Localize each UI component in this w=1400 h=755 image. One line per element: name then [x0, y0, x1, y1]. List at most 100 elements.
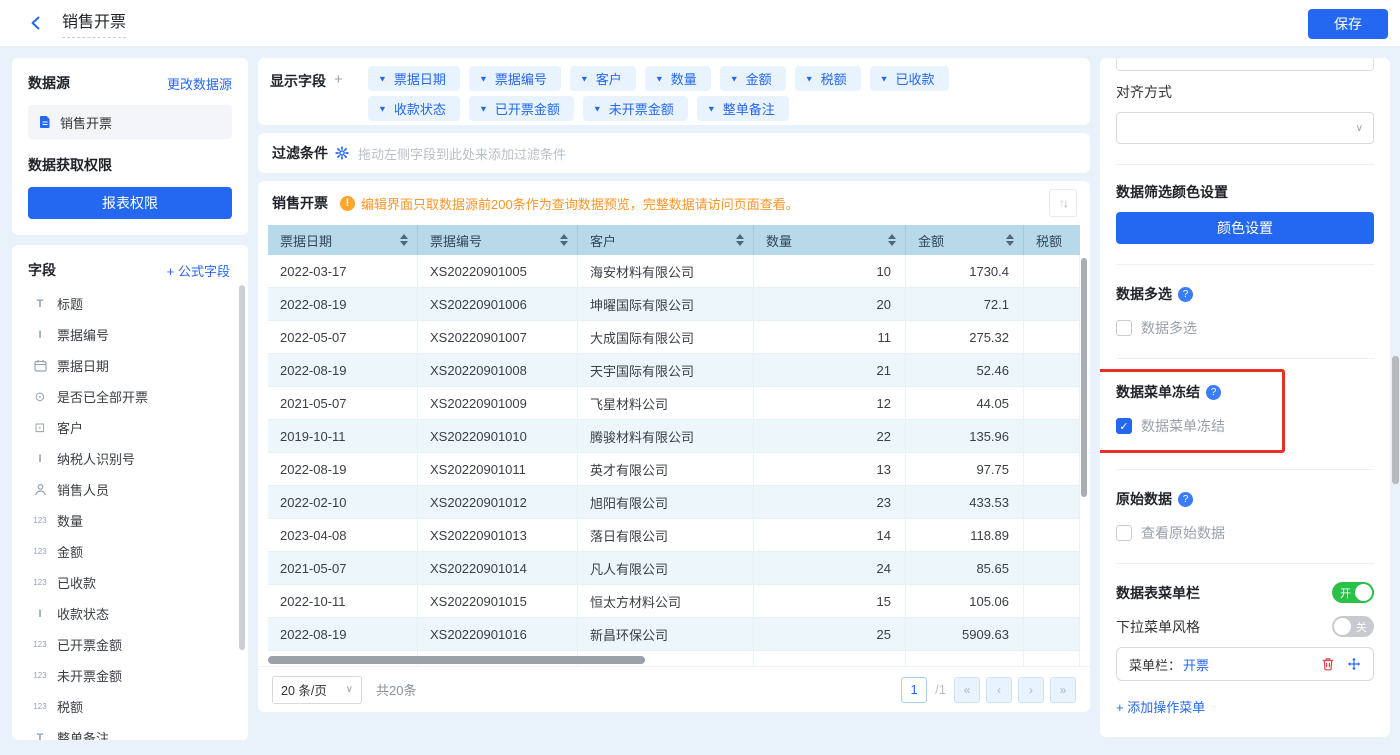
- field-item[interactable]: 123数量: [28, 505, 238, 536]
- display-field-chip[interactable]: ▼未开票金额: [583, 96, 688, 121]
- column-header[interactable]: 票据编号: [418, 225, 578, 255]
- last-page-button[interactable]: »: [1050, 677, 1076, 703]
- field-label: 金额: [57, 542, 83, 561]
- horizontal-scrollbar[interactable]: [268, 656, 645, 664]
- column-header[interactable]: 金额: [906, 225, 1024, 255]
- sort-carets-icon[interactable]: [400, 234, 408, 246]
- table-cell: 5909.63: [906, 618, 1024, 651]
- table-row[interactable]: 2022-10-11XS20220901015恒太方材料公司15105.06: [268, 585, 1080, 618]
- display-field-chip[interactable]: ▼票据日期: [368, 66, 460, 91]
- display-field-chip[interactable]: ▼已收款: [870, 66, 949, 91]
- clipped-input[interactable]: [1116, 58, 1374, 71]
- back-button[interactable]: [28, 15, 44, 31]
- display-fields-row2: ▼收款状态 ▼已开票金额 ▼未开票金额 ▼整单备注: [368, 96, 949, 121]
- table-row[interactable]: 2022-03-17XS20220901005海安材料有限公司101730.4: [268, 255, 1080, 288]
- change-datasource-link[interactable]: 更改数据源: [167, 74, 232, 93]
- field-item[interactable]: 123已收款: [28, 567, 238, 598]
- align-select[interactable]: ∨: [1116, 112, 1374, 144]
- dropdown-style-toggle[interactable]: 关: [1332, 616, 1374, 637]
- field-label: 是否已全部开票: [57, 387, 148, 406]
- chip-label: 未开票金额: [609, 99, 674, 118]
- multiselect-checkbox[interactable]: [1116, 320, 1132, 336]
- column-header[interactable]: 数量: [754, 225, 906, 255]
- field-item[interactable]: I纳税人识别号: [28, 443, 238, 474]
- table-row[interactable]: 2022-02-10XS20220901012旭阳有限公司23433.53: [268, 486, 1080, 519]
- sort-carets-icon[interactable]: [560, 234, 568, 246]
- column-header[interactable]: 票据日期: [268, 225, 418, 255]
- menu-freeze-checkbox[interactable]: ✓: [1116, 418, 1132, 434]
- chip-label: 票据编号: [495, 69, 547, 88]
- number-icon: 123: [32, 578, 48, 587]
- fields-scrollbar[interactable]: [239, 285, 245, 650]
- table-row[interactable]: 2019-10-11XS20220901010腾骏材料有限公司22135.96: [268, 420, 1080, 453]
- document-icon: [38, 115, 52, 129]
- table-row[interactable]: 2021-05-07XS20220901014凡人有限公司2485.65: [268, 552, 1080, 585]
- raw-data-checkbox[interactable]: [1116, 525, 1132, 541]
- color-settings-button[interactable]: 颜色设置: [1116, 212, 1374, 244]
- field-item[interactable]: 销售人员: [28, 474, 238, 505]
- gear-icon[interactable]: [335, 146, 349, 160]
- field-item[interactable]: T整单备注: [28, 722, 238, 740]
- menu-freeze-checkbox-row[interactable]: ✓ 数据菜单冻结: [1116, 416, 1274, 436]
- field-item[interactable]: I收款状态: [28, 598, 238, 629]
- sort-carets-icon[interactable]: [736, 234, 744, 246]
- warning-icon: !: [340, 196, 355, 211]
- display-field-chip[interactable]: ▼客户: [570, 66, 636, 91]
- save-button[interactable]: 保存: [1308, 9, 1388, 39]
- display-field-chip[interactable]: ▼票据编号: [469, 66, 561, 91]
- display-field-chip[interactable]: ▼金额: [720, 66, 786, 91]
- field-item[interactable]: ⊡客户: [28, 412, 238, 443]
- field-item[interactable]: ⊙是否已全部开票: [28, 381, 238, 412]
- chip-label: 客户: [596, 69, 622, 88]
- table-cell: 433.53: [906, 486, 1024, 519]
- display-field-chip[interactable]: ▼税额: [795, 66, 861, 91]
- display-field-chip[interactable]: ▼数量: [645, 66, 711, 91]
- trash-icon[interactable]: [1321, 657, 1335, 671]
- sort-carets-icon[interactable]: [888, 234, 896, 246]
- filter-dropzone-placeholder[interactable]: 拖动左侧字段到此处来添加过滤条件: [358, 144, 566, 163]
- display-field-chip[interactable]: ▼收款状态: [368, 96, 460, 121]
- sort-order-button[interactable]: ↑ ↓: [1049, 189, 1077, 217]
- table-row[interactable]: 2022-08-19XS20220901008天宇国际有限公司2152.46: [268, 354, 1080, 387]
- column-header[interactable]: 税额: [1024, 225, 1080, 255]
- add-display-field-icon[interactable]: +: [334, 71, 343, 88]
- datasource-item[interactable]: 销售开票: [28, 105, 232, 139]
- number-icon: 123: [32, 547, 48, 556]
- table-row[interactable]: 2022-08-19XS20220901006坤曜国际有限公司2072.1: [268, 288, 1080, 321]
- question-icon[interactable]: ?: [1178, 287, 1193, 302]
- current-page-input[interactable]: 1: [901, 677, 927, 703]
- field-item[interactable]: T标题: [28, 288, 238, 319]
- question-icon[interactable]: ?: [1178, 492, 1193, 507]
- table-menubar-toggle[interactable]: 开: [1332, 582, 1374, 603]
- multiselect-checkbox-row[interactable]: 数据多选: [1116, 318, 1374, 338]
- table-row[interactable]: 2022-08-19XS20220901016新昌环保公司255909.63: [268, 618, 1080, 651]
- move-icon[interactable]: [1347, 657, 1361, 671]
- sort-carets-icon[interactable]: [1006, 234, 1014, 246]
- add-formula-field-link[interactable]: + 公式字段: [167, 261, 230, 280]
- field-item[interactable]: I票据编号: [28, 319, 238, 350]
- next-page-button[interactable]: ›: [1018, 677, 1044, 703]
- field-item[interactable]: 123已开票金额: [28, 629, 238, 660]
- prev-page-button[interactable]: ‹: [986, 677, 1012, 703]
- report-permission-button[interactable]: 报表权限: [28, 187, 232, 219]
- field-item[interactable]: 123 金额: [28, 536, 238, 567]
- field-item[interactable]: 票据日期: [28, 350, 238, 381]
- field-item[interactable]: 123未开票金额: [28, 660, 238, 691]
- table-row[interactable]: 2022-05-07XS20220901007大成国际有限公司11275.32: [268, 321, 1080, 354]
- column-header[interactable]: 客户: [578, 225, 754, 255]
- page-size-select[interactable]: 20 条/页 ∨: [272, 676, 362, 704]
- first-page-button[interactable]: «: [954, 677, 980, 703]
- menu-item-row[interactable]: 菜单栏： 开票: [1116, 647, 1374, 681]
- question-icon[interactable]: ?: [1206, 385, 1221, 400]
- table-row[interactable]: 2022-08-19XS20220901011英才有限公司1397.75: [268, 453, 1080, 486]
- table-row[interactable]: 2021-05-07XS20220901009飞星材料公司1244.05: [268, 387, 1080, 420]
- display-field-chip[interactable]: ▼整单备注: [697, 96, 789, 121]
- vertical-scrollbar[interactable]: [1081, 258, 1087, 497]
- field-item[interactable]: 123税额: [28, 691, 238, 722]
- display-field-chip[interactable]: ▼已开票金额: [469, 96, 574, 121]
- add-action-menu-link[interactable]: + 添加操作菜单: [1116, 697, 1205, 716]
- window-scrollbar[interactable]: [1392, 356, 1399, 484]
- table-row[interactable]: 2023-04-08XS20220901013落日有限公司14118.89: [268, 519, 1080, 552]
- table-cell: 2022-08-19: [268, 354, 418, 387]
- raw-data-checkbox-row[interactable]: 查看原始数据: [1116, 523, 1374, 543]
